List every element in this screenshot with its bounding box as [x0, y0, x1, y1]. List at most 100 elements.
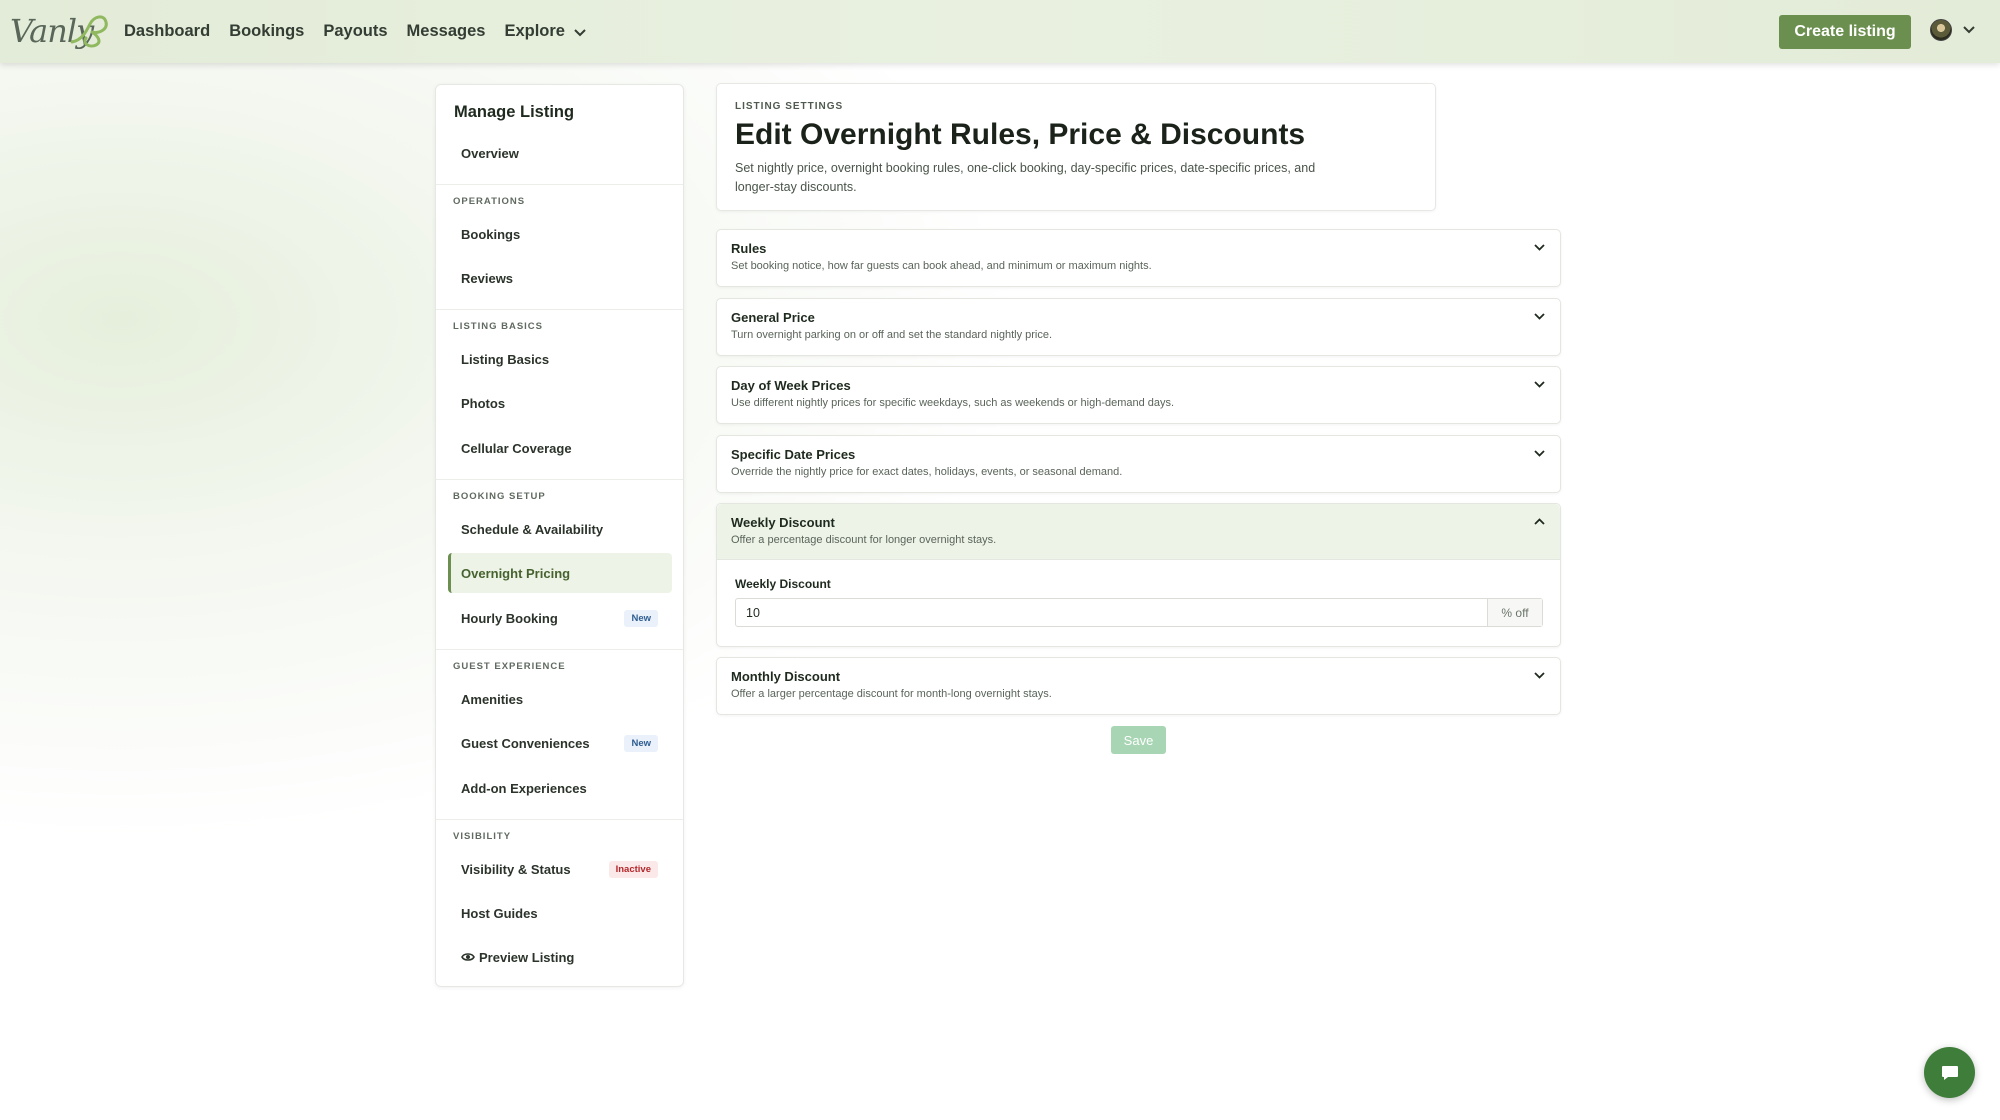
sidebar-item-preview-listing[interactable]: Preview Listing: [448, 937, 672, 977]
sidebar-item-label: Reviews: [461, 270, 514, 286]
nav-explore-dropdown[interactable]: Explore: [504, 22, 587, 41]
percent-off-suffix: % off: [1487, 599, 1542, 626]
chat-bubble-icon: [1941, 1065, 1958, 1080]
weekly-discount-input[interactable]: [736, 599, 1487, 626]
section-monthly-discount-toggle[interactable]: Monthly Discount Offer a larger percenta…: [717, 658, 1560, 714]
new-badge: New: [624, 609, 658, 627]
nav-dashboard-label: Dashboard: [124, 22, 211, 40]
chevron-down-icon: [1534, 244, 1545, 251]
section-rules-toggle[interactable]: Rules Set booking notice, how far guests…: [717, 230, 1560, 286]
sidebar-section-visibility: VISIBILITY: [453, 831, 512, 842]
sidebar-section-operations: OPERATIONS: [453, 196, 526, 207]
sidebar-divider: [436, 649, 683, 650]
sidebar-item-label: Host Guides: [461, 905, 538, 921]
section-specific-date-prices: Specific Date Prices Override the nightl…: [716, 435, 1561, 493]
nav-payouts[interactable]: Payouts: [323, 22, 387, 41]
section-title: Weekly Discount: [731, 515, 835, 530]
nav-messages-label: Messages: [406, 22, 486, 40]
sidebar-divider: [436, 479, 683, 480]
sidebar-divider: [436, 309, 683, 310]
sidebar-item-label: Cellular Coverage: [461, 440, 572, 456]
section-day-of-week-prices: Day of Week Prices Use different nightly…: [716, 366, 1561, 424]
chat-support-button[interactable]: [1924, 1047, 1975, 1098]
section-general-price-toggle[interactable]: General Price Turn overnight parking on …: [717, 299, 1560, 355]
section-general-price: General Price Turn overnight parking on …: [716, 298, 1561, 356]
sidebar-item-listing-basics[interactable]: Listing Basics: [448, 339, 672, 379]
sidebar-item-bookings[interactable]: Bookings: [448, 214, 672, 254]
weekly-discount-label: Weekly Discount: [735, 577, 831, 591]
section-title: General Price: [731, 310, 815, 325]
section-description: Offer a percentage discount for longer o…: [731, 534, 997, 546]
page-eyebrow: LISTING SETTINGS: [735, 101, 844, 112]
eye-icon: [461, 953, 475, 961]
section-title: Specific Date Prices: [731, 447, 856, 462]
section-description: Use different nightly prices for specifi…: [731, 397, 1175, 409]
chevron-up-icon: [1534, 518, 1545, 525]
nav-payouts-label: Payouts: [323, 22, 388, 40]
section-weekly-discount-toggle[interactable]: Weekly Discount Offer a percentage disco…: [717, 504, 1560, 560]
sidebar-item-label: Add-on Experiences: [461, 780, 587, 796]
chevron-down-icon: [1534, 450, 1545, 457]
vanly-logo[interactable]: Vanly: [10, 10, 108, 50]
sidebar-item-label: Photos: [461, 395, 506, 411]
weekly-discount-field-group: % off: [735, 598, 1543, 627]
chevron-down-icon: [1534, 313, 1545, 320]
sidebar-item-guest-conveniences[interactable]: Guest Conveniences New: [448, 723, 672, 763]
sidebar-section-guest-experience: GUEST EXPERIENCE: [453, 661, 566, 672]
top-navbar: Vanly Dashboard Bookings Payouts Message…: [0, 0, 2000, 63]
chevron-down-icon: [1534, 672, 1545, 679]
section-title: Monthly Discount: [731, 669, 841, 684]
chevron-down-icon: [1963, 26, 1975, 34]
sidebar-item-hourly-booking[interactable]: Hourly Booking New: [448, 598, 672, 638]
sidebar-item-label: Overnight Pricing: [461, 565, 571, 581]
create-listing-button[interactable]: Create listing: [1779, 15, 1911, 49]
sidebar-item-label: Guest Conveniences: [461, 735, 590, 751]
sidebar-section-booking-setup: BOOKING SETUP: [453, 491, 546, 502]
sidebar-item-label: Hourly Booking: [461, 610, 558, 626]
section-monthly-discount: Monthly Discount Offer a larger percenta…: [716, 657, 1561, 715]
user-menu[interactable]: [1930, 19, 1976, 41]
page-title: Edit Overnight Rules, Price & Discounts: [735, 118, 1306, 151]
sidebar-item-label: Amenities: [461, 691, 524, 707]
section-title: Rules: [731, 241, 767, 256]
nav-bookings[interactable]: Bookings: [229, 22, 304, 41]
sidebar-divider: [436, 184, 683, 185]
sidebar-title: Manage Listing: [454, 103, 575, 121]
sidebar-item-schedule-availability[interactable]: Schedule & Availability: [448, 509, 672, 549]
page-header-card: LISTING SETTINGS Edit Overnight Rules, P…: [716, 83, 1436, 211]
nav-explore-label: Explore: [504, 22, 565, 40]
nav-dashboard[interactable]: Dashboard: [124, 22, 210, 41]
chevron-down-icon: [1534, 381, 1545, 388]
inactive-badge: Inactive: [608, 860, 658, 878]
sidebar-item-overview[interactable]: Overview: [448, 133, 672, 173]
sidebar-item-visibility-status[interactable]: Visibility & Status Inactive: [448, 849, 672, 889]
page-subtitle: Set nightly price, overnight booking rul…: [735, 161, 1316, 194]
manage-listing-sidebar: Manage Listing Overview OPERATIONS Booki…: [435, 84, 684, 987]
sidebar-item-amenities[interactable]: Amenities: [448, 679, 672, 719]
section-description: Offer a larger percentage discount for m…: [731, 688, 1052, 700]
section-specific-date-prices-toggle[interactable]: Specific Date Prices Override the nightl…: [717, 436, 1560, 492]
avatar: [1930, 19, 1952, 41]
section-title: Day of Week Prices: [731, 378, 851, 393]
logo-swirl-icon: [70, 15, 108, 48]
main-nav: Dashboard Bookings Payouts Messages Expl…: [124, 0, 587, 63]
sidebar-item-photos[interactable]: Photos: [448, 383, 672, 423]
new-badge: New: [624, 734, 658, 752]
nav-messages[interactable]: Messages: [407, 22, 486, 41]
section-description: Turn overnight parking on or off and set…: [731, 329, 1053, 341]
sidebar-item-label: Schedule & Availability: [461, 521, 604, 537]
sidebar-item-overnight-pricing[interactable]: Overnight Pricing: [448, 553, 672, 593]
sidebar-item-label: Overview: [461, 145, 519, 161]
save-button[interactable]: Save: [1111, 726, 1166, 754]
section-weekly-discount: Weekly Discount Offer a percentage disco…: [716, 503, 1561, 647]
sidebar-item-label: Preview Listing: [479, 949, 575, 965]
sidebar-item-host-guides[interactable]: Host Guides: [448, 893, 672, 933]
sidebar-item-label: Listing Basics: [461, 351, 550, 367]
sidebar-item-reviews[interactable]: Reviews: [448, 258, 672, 298]
sidebar-divider: [436, 819, 683, 820]
section-day-of-week-prices-toggle[interactable]: Day of Week Prices Use different nightly…: [717, 367, 1560, 423]
sidebar-item-cellular-coverage[interactable]: Cellular Coverage: [448, 428, 672, 468]
sidebar-item-addon-experiences[interactable]: Add-on Experiences: [448, 768, 672, 808]
sidebar-section-listing-basics: LISTING BASICS: [453, 321, 544, 332]
nav-bookings-label: Bookings: [229, 22, 305, 40]
